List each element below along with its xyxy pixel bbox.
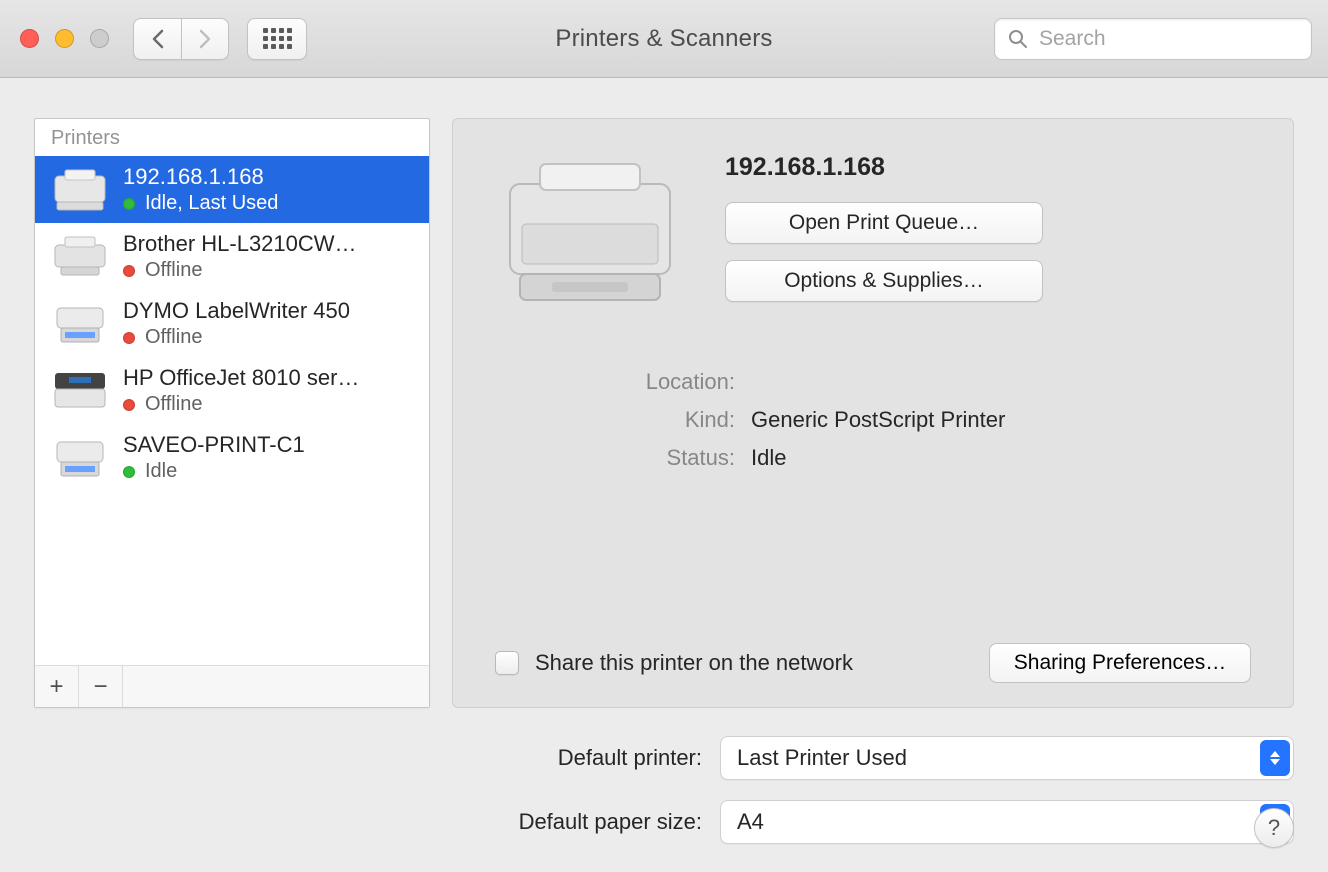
remove-printer-button[interactable]: − xyxy=(79,666,123,707)
printer-icon xyxy=(49,166,111,214)
share-printer-checkbox[interactable] xyxy=(495,651,519,675)
printer-name: SAVEO-PRINT-C1 xyxy=(123,432,305,458)
printer-icon xyxy=(49,233,111,281)
chevron-left-icon xyxy=(151,29,165,49)
printer-status: Idle xyxy=(145,460,177,483)
printer-name: HP OfficeJet 8010 ser… xyxy=(123,365,359,391)
printer-info-grid: Location: Kind: Generic PostScript Print… xyxy=(495,369,1251,471)
help-button[interactable]: ? xyxy=(1254,808,1294,848)
defaults-section: Default printer: Last Printer Used Defau… xyxy=(452,736,1294,864)
printer-icon xyxy=(49,300,111,348)
close-window-button[interactable] xyxy=(20,29,39,48)
forward-button[interactable] xyxy=(181,18,229,60)
grid-icon xyxy=(263,28,292,49)
printers-list-header: Printers xyxy=(35,119,429,156)
default-printer-select[interactable]: Last Printer Used xyxy=(720,736,1294,780)
default-paper-size-value: A4 xyxy=(737,809,764,835)
default-printer-label: Default printer: xyxy=(452,745,720,771)
printers-list-footer: + − xyxy=(35,665,429,707)
default-paper-size-select[interactable]: A4 xyxy=(720,800,1294,844)
show-all-prefs-button[interactable] xyxy=(247,18,307,60)
printer-name: DYMO LabelWriter 450 xyxy=(123,298,350,324)
minimize-window-button[interactable] xyxy=(55,29,74,48)
printer-item[interactable]: SAVEO-PRINT-C1 Idle xyxy=(35,424,429,491)
window-titlebar: Printers & Scanners xyxy=(0,0,1328,78)
status-label: Status: xyxy=(495,445,735,471)
printer-detail-pane: 192.168.1.168 Open Print Queue… Options … xyxy=(452,118,1294,708)
detail-title: 192.168.1.168 xyxy=(725,153,1251,182)
search-input[interactable] xyxy=(994,18,1312,60)
status-dot-icon xyxy=(123,466,135,478)
printer-item[interactable]: DYMO LabelWriter 450 Offline xyxy=(35,290,429,357)
main-content: Printers 192.168.1.168 Idle, Last Used xyxy=(0,78,1328,872)
printers-sidebar: Printers 192.168.1.168 Idle, Last Used xyxy=(34,118,430,708)
default-paper-size-label: Default paper size: xyxy=(452,809,720,835)
default-printer-value: Last Printer Used xyxy=(737,745,907,771)
chevron-right-icon xyxy=(198,29,212,49)
printer-item[interactable]: Brother HL-L3210CW… Offline xyxy=(35,223,429,290)
nav-back-forward xyxy=(133,18,229,60)
status-dot-icon xyxy=(123,265,135,277)
add-printer-button[interactable]: + xyxy=(35,666,79,707)
search-icon xyxy=(1008,29,1028,49)
kind-label: Kind: xyxy=(495,407,735,433)
printer-item-selected[interactable]: 192.168.1.168 Idle, Last Used xyxy=(35,156,429,223)
printer-large-icon xyxy=(495,149,685,319)
back-button[interactable] xyxy=(133,18,181,60)
open-print-queue-button[interactable]: Open Print Queue… xyxy=(725,202,1043,244)
location-label: Location: xyxy=(495,369,735,395)
printer-icon xyxy=(49,434,111,482)
options-supplies-button[interactable]: Options & Supplies… xyxy=(725,260,1043,302)
printer-icon xyxy=(49,367,111,415)
printer-item[interactable]: HP OfficeJet 8010 ser… Offline xyxy=(35,357,429,424)
printer-status: Idle, Last Used xyxy=(145,192,278,215)
status-value: Idle xyxy=(751,445,1251,471)
traffic-lights xyxy=(20,29,109,48)
kind-value: Generic PostScript Printer xyxy=(751,407,1251,433)
status-dot-icon xyxy=(123,399,135,411)
zoom-window-button xyxy=(90,29,109,48)
select-stepper-icon xyxy=(1260,740,1290,776)
printer-name: 192.168.1.168 xyxy=(123,164,278,190)
printer-status: Offline xyxy=(145,326,202,349)
printer-status: Offline xyxy=(145,259,202,282)
sharing-preferences-button[interactable]: Sharing Preferences… xyxy=(989,643,1251,683)
search-field-wrap xyxy=(994,18,1312,60)
printers-list: 192.168.1.168 Idle, Last Used B xyxy=(35,156,429,665)
share-printer-row: Share this printer on the network Sharin… xyxy=(495,643,1251,683)
status-dot-icon xyxy=(123,198,135,210)
printer-name: Brother HL-L3210CW… xyxy=(123,231,357,257)
status-dot-icon xyxy=(123,332,135,344)
printer-status: Offline xyxy=(145,393,202,416)
share-printer-label: Share this printer on the network xyxy=(535,650,973,676)
